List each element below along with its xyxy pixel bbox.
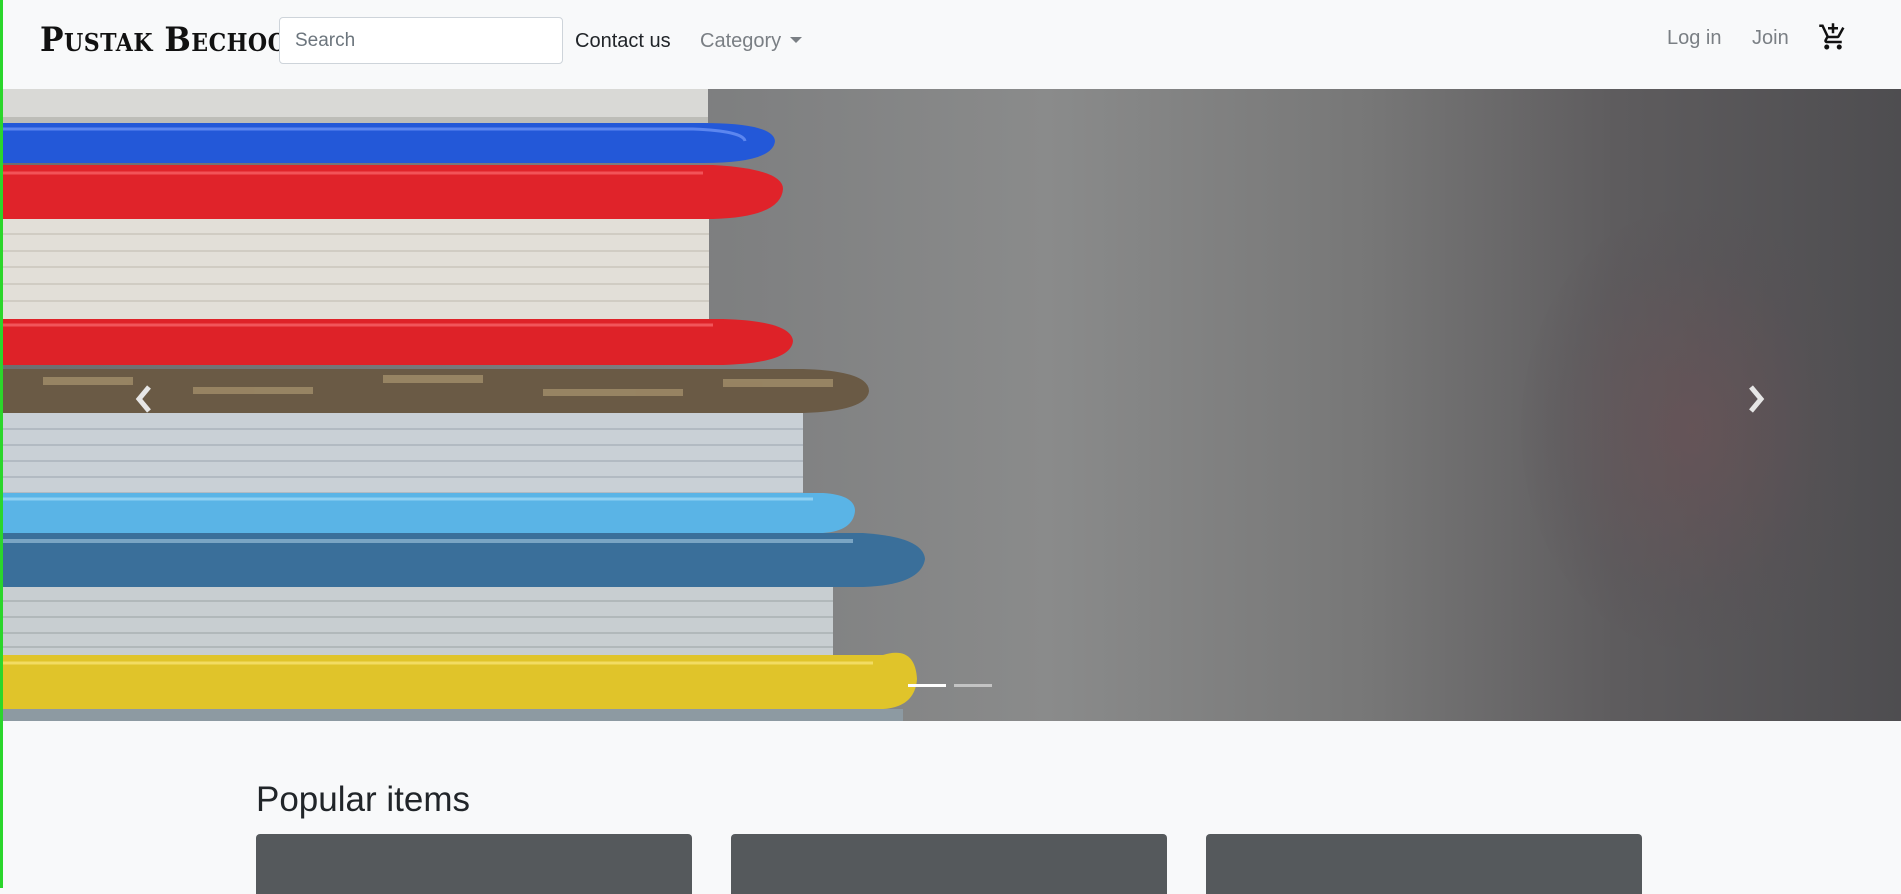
chevron-left-icon — [135, 385, 151, 413]
popular-items-title: Popular items — [256, 780, 470, 819]
brand-logo[interactable]: Pustak Bechoo — [40, 20, 287, 60]
contact-us-link[interactable]: Contact us — [575, 30, 671, 53]
carousel-indicator-1[interactable] — [908, 684, 946, 687]
background-blur — [1521, 209, 1861, 649]
join-link[interactable]: Join — [1752, 27, 1789, 50]
popular-card-2[interactable] — [731, 834, 1167, 894]
popular-card-3[interactable] — [1206, 834, 1642, 894]
chevron-right-icon — [1749, 385, 1765, 413]
category-label: Category — [700, 30, 782, 52]
carousel-prev-button[interactable] — [129, 379, 159, 419]
category-dropdown[interactable]: Category — [700, 30, 803, 53]
left-accent-strip — [0, 0, 3, 888]
add-shopping-cart-icon[interactable] — [1818, 22, 1848, 52]
navbar: Pustak Bechoo Contact us Category Log in… — [0, 0, 1901, 89]
login-link[interactable]: Log in — [1667, 27, 1722, 50]
search-input[interactable] — [279, 17, 563, 64]
carousel-indicator-2[interactable] — [954, 684, 992, 687]
hero-carousel[interactable] — [3, 89, 1901, 721]
carousel-next-button[interactable] — [1741, 379, 1771, 419]
caret-down-icon — [790, 36, 803, 43]
popular-card-1[interactable] — [256, 834, 692, 894]
